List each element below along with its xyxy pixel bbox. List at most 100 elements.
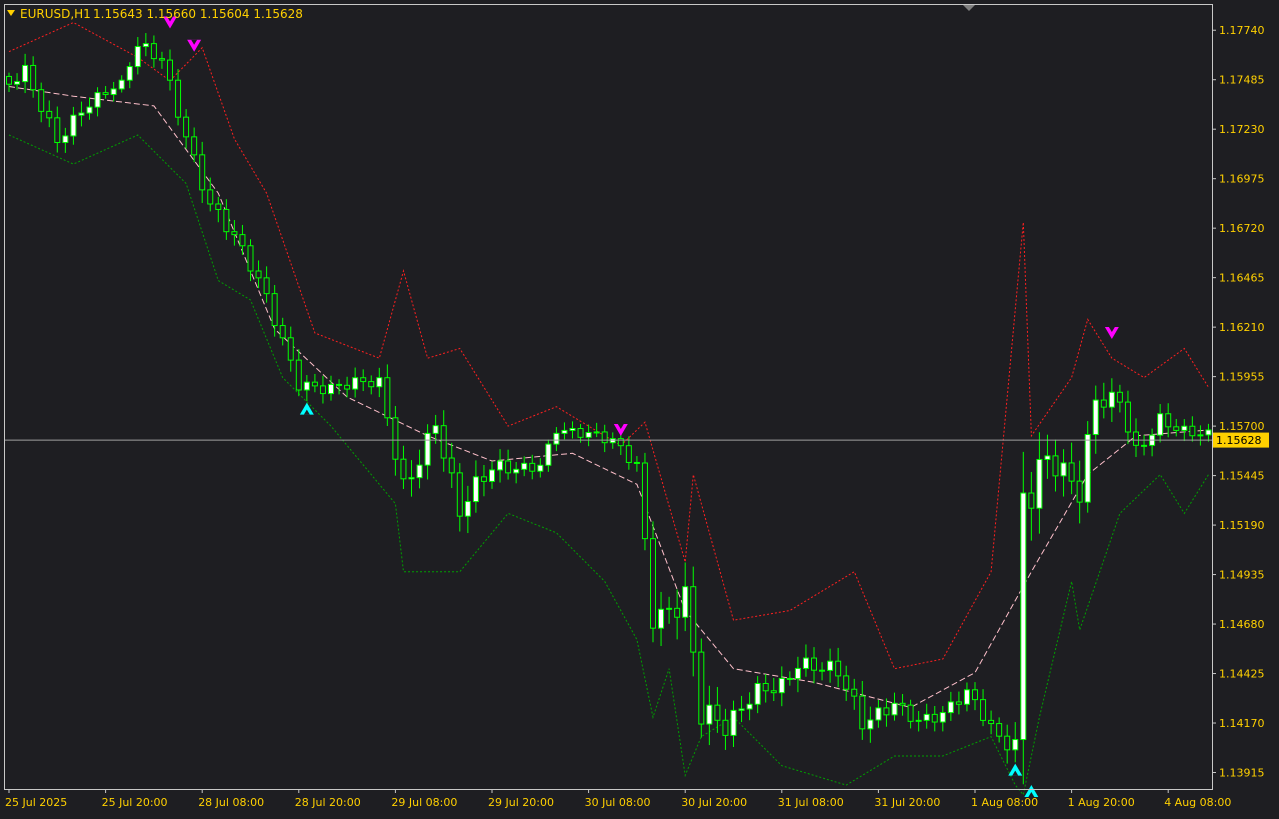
bull-candle <box>947 701 954 714</box>
bear-candle <box>384 377 391 419</box>
bull-candle <box>62 135 69 144</box>
bull-candle <box>802 657 809 669</box>
bull-candle <box>923 713 930 721</box>
x-tick-label: 28 Jul 08:00 <box>198 796 264 809</box>
symbol-label: EURUSD,H1 <box>20 7 91 21</box>
bull-candle <box>682 586 689 618</box>
y-tick-label: 1.17740 <box>1219 24 1265 37</box>
y-tick-label: 1.17230 <box>1219 123 1265 136</box>
bull-candle <box>537 464 544 472</box>
bear-candle <box>1116 391 1123 403</box>
bear-candle <box>247 245 254 272</box>
bull-candle <box>142 43 149 48</box>
bull-candle <box>706 704 713 725</box>
bear-candle <box>102 92 109 96</box>
x-tick-label: 1 Aug 20:00 <box>1068 796 1135 809</box>
bull-candle <box>666 607 673 610</box>
bear-candle <box>835 660 842 677</box>
y-tick-label: 1.14680 <box>1219 618 1265 631</box>
bull-candle <box>963 689 970 705</box>
bull-candle <box>1036 458 1043 509</box>
bear-candle <box>1004 735 1011 751</box>
y-tick-label: 1.15955 <box>1219 371 1265 384</box>
bear-candle <box>674 607 681 618</box>
x-tick-label: 31 Jul 20:00 <box>874 796 940 809</box>
bear-candle <box>770 690 777 694</box>
bull-candle <box>1092 399 1099 436</box>
bull-candle <box>746 703 753 710</box>
y-tick-label: 1.14170 <box>1219 717 1265 730</box>
bull-candle <box>521 462 528 470</box>
bull-candle <box>22 64 29 83</box>
y-tick-label: 1.15445 <box>1219 470 1265 483</box>
x-tick-label: 30 Jul 20:00 <box>681 796 747 809</box>
bull-candle <box>14 81 21 85</box>
bear-candle <box>167 59 173 81</box>
bear-candle <box>46 110 53 119</box>
bull-candle <box>70 114 77 137</box>
bear-candle <box>392 417 399 460</box>
bear-candle <box>440 425 447 459</box>
bull-candle <box>939 712 946 723</box>
bull-candle <box>472 476 479 503</box>
bear-candle <box>1165 413 1172 428</box>
bull-candle <box>1181 425 1188 431</box>
bull-candle <box>730 709 737 736</box>
x-tick-label: 31 Jul 08:00 <box>778 796 844 809</box>
bear-candle <box>271 293 278 327</box>
bear-candle <box>1141 444 1148 447</box>
bull-candle <box>553 432 560 445</box>
bull-candle <box>110 88 117 96</box>
bear-candle <box>811 657 817 671</box>
bull-candle <box>1060 462 1067 477</box>
bear-candle <box>150 43 157 60</box>
bull-candle <box>1108 391 1115 408</box>
bear-candle <box>931 713 938 723</box>
bear-candle <box>400 458 407 480</box>
bear-candle <box>480 476 487 482</box>
bear-candle <box>311 381 318 387</box>
bear-candle <box>6 75 12 85</box>
bull-candle <box>754 682 761 705</box>
chart-background <box>0 0 1279 815</box>
price-chart[interactable]: 1.17740 1.17485 1.17230 1.16975 1.16720 1.164… <box>0 0 1279 815</box>
bull-candle <box>1012 739 1019 751</box>
bull-candle <box>778 677 785 694</box>
bear-candle <box>1173 426 1180 431</box>
bear-candle <box>641 462 648 540</box>
x-tick-label: 1 Aug 08:00 <box>971 796 1038 809</box>
bear-candle <box>714 704 721 721</box>
bull-candle <box>118 79 125 90</box>
bear-candle <box>287 337 294 361</box>
bear-candle <box>907 704 914 722</box>
bear-candle <box>698 651 705 725</box>
bear-candle <box>191 136 198 156</box>
bull-candle <box>86 106 93 114</box>
bull-candle <box>867 719 874 730</box>
current-price-tag: 1.15628 <box>1213 432 1269 448</box>
bull-candle <box>464 501 471 517</box>
bear-candle <box>1189 425 1196 437</box>
bear-candle <box>231 231 238 236</box>
chart-window[interactable]: 1.17740 1.17485 1.17230 1.16975 1.16720 1.164… <box>0 0 1279 815</box>
y-tick-label: 1.17485 <box>1219 74 1265 87</box>
bull-candle <box>497 460 504 471</box>
bear-candle <box>448 457 455 474</box>
bear-candle <box>972 689 978 701</box>
bull-candle <box>1084 434 1091 503</box>
bear-candle <box>988 719 995 725</box>
bear-candle <box>529 462 536 472</box>
bull-candle <box>569 427 576 431</box>
bear-candle <box>336 383 343 386</box>
bear-candle <box>239 234 246 247</box>
y-tick-label: 1.16210 <box>1219 321 1265 334</box>
bear-candle <box>295 359 302 391</box>
x-tick-label: 29 Jul 20:00 <box>488 796 554 809</box>
bear-candle <box>223 208 230 233</box>
chart-header: EURUSD,H1 1.15643 1.15660 1.15604 1.1562… <box>7 7 303 21</box>
bull-candle <box>303 381 310 391</box>
bull-candle <box>875 707 882 721</box>
bear-candle <box>30 64 37 91</box>
bear-candle <box>955 701 962 705</box>
bear-candle <box>1100 399 1107 408</box>
